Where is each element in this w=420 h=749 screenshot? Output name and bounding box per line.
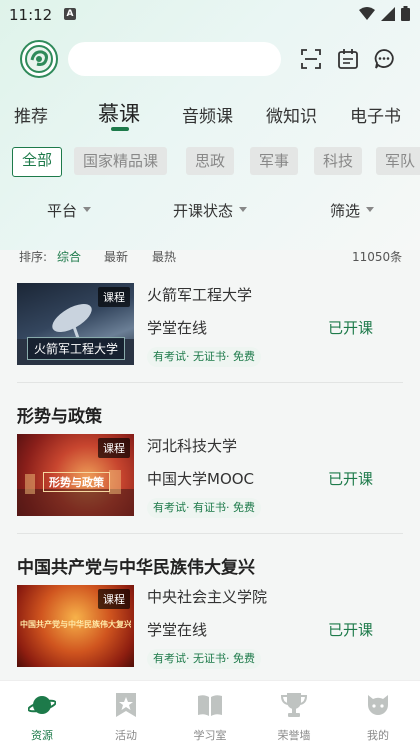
sort-bar: 排序: 综合 最新 最热 11050条	[0, 246, 420, 266]
chip-national-quality[interactable]: 国家精品课	[74, 147, 168, 175]
wifi-icon	[359, 6, 375, 20]
course-thumbnail: 课程 火箭军工程大学	[17, 283, 134, 365]
status-bar: 11:12 A	[0, 0, 420, 30]
thumbnail-caption: 中国共产党与中华民族伟大复兴	[20, 620, 131, 629]
filter-platform-label: 平台	[47, 202, 78, 220]
nav-label: 资源	[31, 729, 53, 742]
status-time: 11:12	[9, 6, 53, 24]
logo-emblem-icon	[25, 45, 53, 73]
filter-bar: 平台 开课状态 筛选	[0, 198, 420, 224]
course-institution: 火箭军工程大学	[147, 286, 253, 304]
course-card[interactable]: 形势与政策 课程 形势与政策 河北科技大学 中国大学MOOC 已开课 有考试· …	[0, 400, 420, 530]
course-card[interactable]: 课程 火箭军工程大学 火箭军工程大学 学堂在线 已开课 有考试· 无证书· 免费	[0, 276, 420, 386]
course-tags: 有考试· 有证书· 免费	[147, 498, 261, 518]
filter-more[interactable]: 筛选	[330, 200, 375, 221]
planet-icon	[27, 696, 57, 714]
nav-study-room[interactable]: 学习室	[180, 691, 240, 743]
sort-prefix: 排序:	[19, 250, 48, 264]
course-title: 中国共产党与中华民族伟大复兴	[17, 558, 255, 578]
nav-label: 学习室	[193, 729, 227, 742]
course-institution: 中央社会主义学院	[147, 588, 268, 606]
course-card[interactable]: 中国共产党与中华民族伟大复兴 课程 中国共产党与中华民族伟大复兴 中央社会主义学…	[0, 551, 420, 678]
app-logo[interactable]	[20, 40, 58, 78]
sort-hottest[interactable]: 最热	[152, 248, 176, 265]
tab-audio[interactable]: 音频课	[182, 102, 233, 127]
nav-resources[interactable]: 资源	[12, 691, 72, 743]
sort-comprehensive[interactable]: 综合	[57, 248, 81, 265]
chip-ideology[interactable]: 思政	[186, 147, 235, 175]
course-tags: 有考试· 无证书· 免费	[147, 347, 261, 367]
chip-army[interactable]: 军队	[376, 147, 420, 175]
nav-label: 活动	[115, 729, 137, 742]
filter-course-status[interactable]: 开课状态	[173, 200, 248, 221]
filter-platform[interactable]: 平台	[47, 200, 92, 221]
bottom-navigation: 资源 活动 学习室 荣誉墙 我的	[0, 680, 420, 749]
chip-technology[interactable]: 科技	[314, 147, 363, 175]
signal-icon	[381, 6, 395, 21]
nav-honor-wall[interactable]: 荣誉墙	[264, 691, 324, 743]
battery-icon	[401, 6, 410, 21]
caret-down-icon	[366, 207, 375, 212]
category-chips: 全部 国家精品课 思政 军事 科技 军队	[12, 147, 420, 177]
course-platform: 学堂在线	[147, 319, 208, 337]
course-title: 形势与政策	[17, 407, 102, 427]
result-count: 11050条	[352, 250, 403, 264]
nav-label: 我的	[367, 729, 389, 742]
divider	[17, 533, 403, 534]
category-tabs: 推荐 慕课 音频课 微知识 电子书	[0, 96, 420, 136]
book-icon	[198, 695, 222, 716]
divider	[17, 382, 403, 383]
course-list: 课程 火箭军工程大学 火箭军工程大学 学堂在线 已开课 有考试· 无证书· 免费…	[0, 276, 420, 678]
active-tab-indicator	[111, 127, 129, 131]
tab-micro-knowledge[interactable]: 微知识	[266, 102, 317, 127]
course-tags: 有考试· 无证书· 免费	[147, 649, 261, 669]
nav-activities[interactable]: 活动	[96, 691, 156, 743]
course-status: 已开课	[328, 621, 374, 639]
thumbnail-caption: 火箭军工程大学	[27, 337, 126, 360]
caret-down-icon	[239, 207, 248, 212]
nav-mine[interactable]: 我的	[348, 691, 408, 743]
caret-down-icon	[83, 207, 92, 212]
status-icons	[359, 6, 410, 21]
filter-course-status-label: 开课状态	[173, 202, 234, 220]
course-thumbnail: 课程 中国共产党与中华民族伟大复兴	[17, 585, 134, 667]
tab-recommend[interactable]: 推荐	[14, 102, 48, 127]
tab-ebook[interactable]: 电子书	[350, 102, 401, 127]
face-icon	[368, 695, 388, 715]
nav-label: 荣誉墙	[277, 729, 311, 742]
star-bookmark-icon	[116, 693, 136, 717]
course-type-badge: 课程	[98, 438, 130, 458]
tab-mooc[interactable]: 慕课	[98, 98, 140, 128]
course-status: 已开课	[328, 319, 374, 337]
sort-newest[interactable]: 最新	[104, 248, 128, 265]
scan-icon[interactable]	[300, 48, 322, 70]
search-input[interactable]	[68, 42, 281, 76]
notification-icon: A	[64, 8, 76, 20]
app-header	[0, 40, 420, 82]
filter-more-label: 筛选	[330, 202, 361, 220]
chip-military[interactable]: 军事	[250, 147, 299, 175]
course-thumbnail: 课程 形势与政策	[17, 434, 134, 516]
course-platform: 中国大学MOOC	[147, 470, 255, 488]
trophy-icon	[280, 693, 308, 717]
message-icon[interactable]	[373, 48, 395, 70]
course-type-badge: 课程	[98, 589, 130, 609]
chip-all[interactable]: 全部	[12, 147, 63, 177]
course-status: 已开课	[328, 470, 374, 488]
course-institution: 河北科技大学	[147, 437, 238, 455]
thumbnail-caption: 形势与政策	[43, 472, 110, 492]
course-type-badge: 课程	[98, 287, 130, 307]
course-platform: 学堂在线	[147, 621, 208, 639]
calendar-icon[interactable]	[337, 48, 359, 70]
